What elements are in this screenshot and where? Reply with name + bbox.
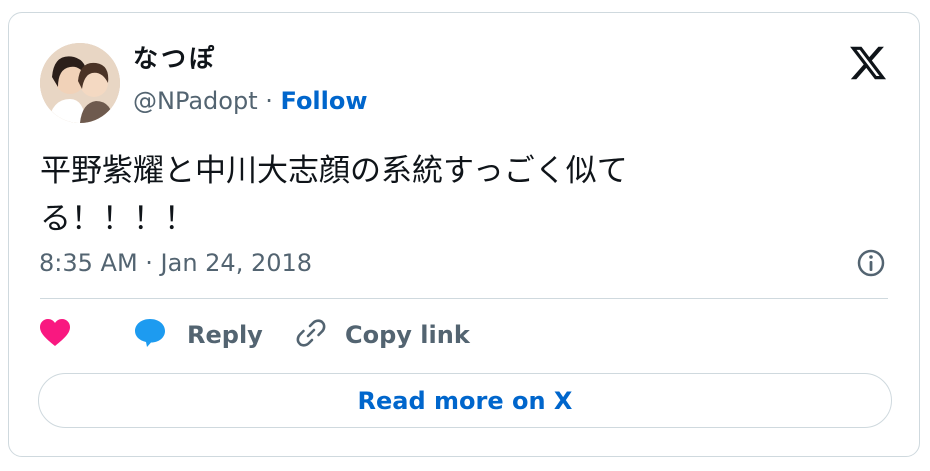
reply-label: Reply [187, 321, 263, 349]
separator: · [257, 87, 281, 115]
follow-button[interactable]: Follow [281, 87, 368, 115]
copy-link-label: Copy link [345, 321, 470, 349]
avatar[interactable] [40, 43, 120, 123]
divider [40, 298, 888, 299]
user-handle[interactable]: @NPadopt [133, 87, 258, 115]
tweet-card: なつぽ @NPadopt · Follow 平野紫耀と中川大志顔の系統すっごく似… [8, 12, 920, 457]
copy-link-button[interactable]: Copy link [295, 318, 470, 352]
reply-button[interactable]: Reply [133, 318, 263, 352]
display-name[interactable]: なつぽ [133, 43, 217, 75]
handle-row: @NPadopt · Follow [133, 85, 368, 117]
tweet-timestamp[interactable]: 8:35 AM · Jan 24, 2018 [39, 247, 312, 279]
heart-icon [39, 318, 71, 352]
x-logo-icon[interactable] [848, 43, 888, 83]
read-more-button[interactable]: Read more on X [38, 373, 892, 428]
tweet-text: 平野紫耀と中川大志顔の系統すっごく似て る！！！！ [40, 153, 628, 237]
info-icon[interactable] [855, 247, 887, 279]
like-button[interactable] [39, 318, 71, 352]
link-icon [295, 317, 327, 353]
reply-icon [133, 317, 167, 353]
